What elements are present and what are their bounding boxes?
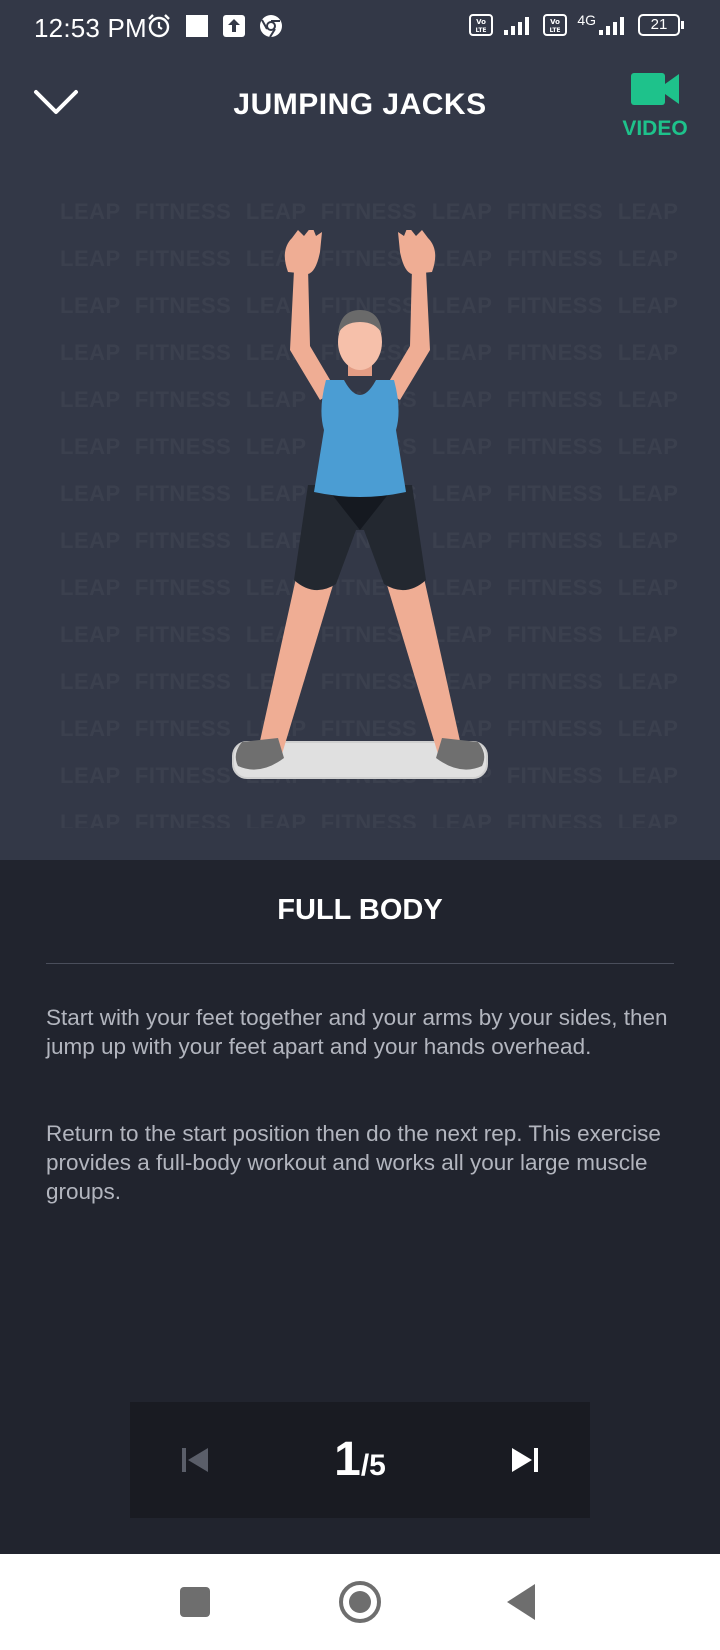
- svg-text:Vo: Vo: [550, 18, 560, 26]
- square-icon: [186, 15, 208, 37]
- alarm-icon: [148, 14, 170, 38]
- video-label: VIDEO: [622, 117, 688, 140]
- triangle-back-icon: [507, 1584, 535, 1620]
- header: JUMPING JACKS VIDEO: [0, 60, 720, 160]
- signal-icon: [504, 17, 530, 35]
- skip-next-icon: [512, 1448, 538, 1472]
- volte-icon: Vo LTE: [543, 14, 568, 36]
- svg-text:Vo: Vo: [476, 18, 486, 26]
- body-part-title: FULL BODY: [277, 894, 443, 926]
- video-camera-icon: [631, 73, 679, 105]
- exercise-pager: 1/5: [130, 1402, 590, 1518]
- exercise-illustration: [232, 230, 488, 779]
- pager-total: /5: [360, 1449, 386, 1482]
- description-paragraph-2: Return to the start position then do the…: [46, 1121, 661, 1204]
- square-icon: [180, 1587, 210, 1617]
- video-button[interactable]: VIDEO: [620, 70, 690, 150]
- description-paragraph-1: Start with your feet together and your a…: [46, 1005, 668, 1059]
- battery-icon: 21: [638, 14, 684, 36]
- divider: [46, 963, 674, 964]
- home-button[interactable]: [336, 1578, 384, 1626]
- chrome-icon: [260, 15, 282, 38]
- circle-icon: [339, 1581, 381, 1623]
- status-bar: 12:53 PM Vo LTE Vo LTE 4G 21: [0, 0, 720, 54]
- network-type: 4G: [577, 12, 596, 28]
- svg-text:LTE: LTE: [550, 27, 561, 34]
- status-time: 12:53 PM: [34, 13, 147, 43]
- exercise-preview-area: 12:53 PM Vo LTE Vo LTE 4G 21 JUMPING JAC…: [0, 0, 720, 860]
- battery-level: 21: [638, 14, 680, 36]
- next-button[interactable]: [502, 1436, 550, 1484]
- back-button[interactable]: [499, 1578, 547, 1626]
- system-nav-bar: [0, 1554, 720, 1650]
- svg-text:LTE: LTE: [476, 27, 487, 34]
- upload-icon: [223, 15, 245, 37]
- signal-icon: [599, 17, 624, 35]
- pager-current: 1: [334, 1433, 361, 1486]
- recent-apps-button[interactable]: [171, 1578, 219, 1626]
- volte-icon: Vo LTE: [469, 14, 494, 36]
- exercise-title: JUMPING JACKS: [233, 88, 487, 121]
